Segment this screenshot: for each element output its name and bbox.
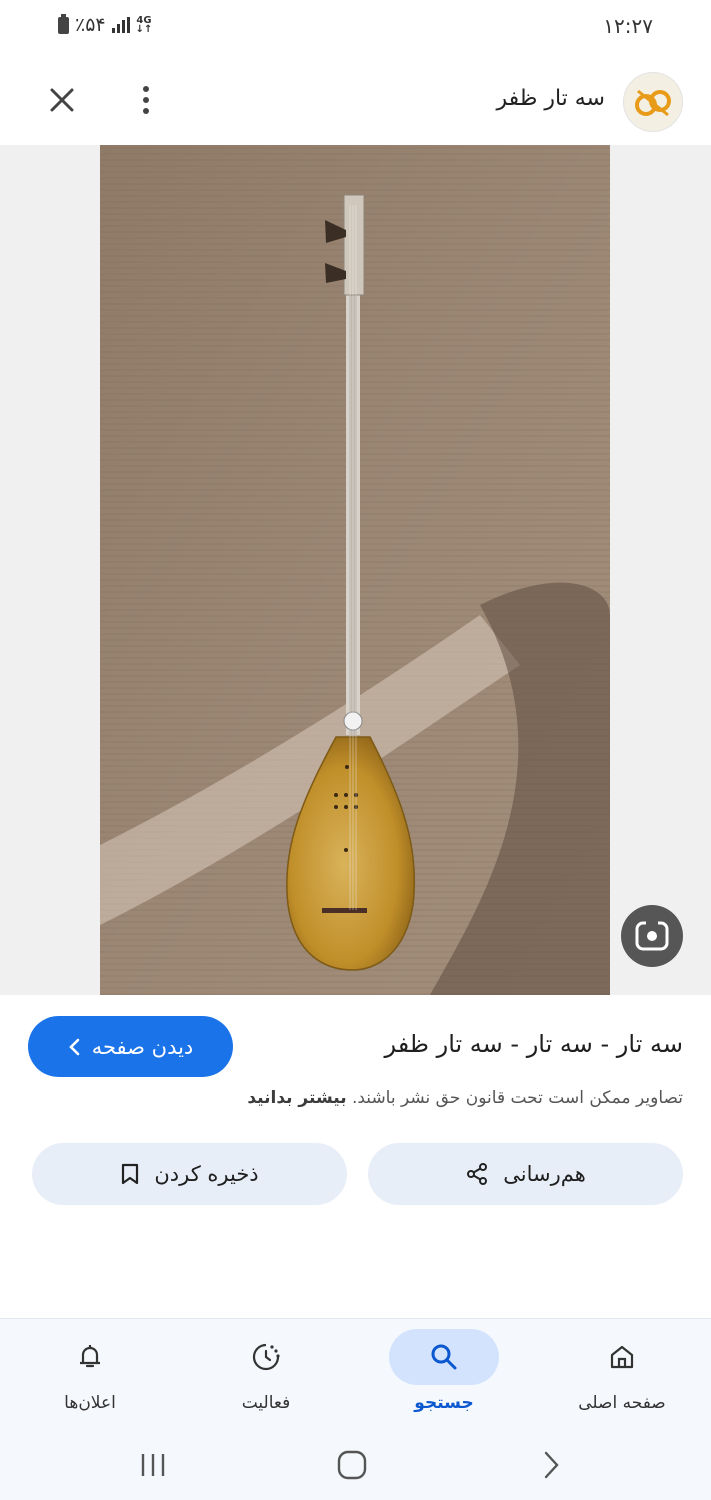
system-navigation [0, 1430, 711, 1500]
chevron-left-icon [68, 1038, 80, 1055]
result-title: سه تار - سه تار - سه تار ظفر [384, 1030, 683, 1058]
nav-label: فعالیت [241, 1393, 291, 1413]
top-bar: سه تار ظفر [0, 60, 711, 145]
share-icon [467, 1163, 488, 1185]
status-bar: ٪۵۴ 4G ↓↑ ۱۲:۲۷ [0, 0, 711, 60]
lens-icon [635, 920, 669, 951]
bottom-navigation: اعلان‌ها فعالیت جستجو صفحه اصلی [0, 1318, 711, 1431]
nav-item-home[interactable]: صفحه اصلی [552, 1319, 692, 1431]
more-vert-icon[interactable] [128, 82, 164, 118]
home-button-icon[interactable] [327, 1440, 377, 1490]
close-icon[interactable] [44, 82, 80, 118]
nav-item-activity[interactable]: فعالیت [196, 1319, 336, 1431]
signal-icon [111, 17, 130, 33]
back-icon[interactable] [526, 1440, 576, 1490]
nav-label: اعلان‌ها [64, 1393, 116, 1413]
nav-pill [35, 1329, 145, 1385]
image-viewer [0, 145, 711, 995]
nav-item-search[interactable]: جستجو [374, 1319, 514, 1431]
home-icon [610, 1345, 634, 1369]
battery-icon [58, 13, 69, 34]
save-button[interactable]: ذخیره کردن [32, 1143, 347, 1205]
site-logo[interactable] [623, 72, 683, 132]
bookmark-icon [122, 1163, 139, 1185]
copyright-notice: تصاویر ممکن است تحت قانون حق نشر باشند. … [247, 1088, 683, 1108]
nav-pill-active [389, 1329, 499, 1385]
bell-icon [80, 1345, 100, 1368]
status-indicators: ٪۵۴ 4G ↓↑ [58, 13, 153, 36]
network-type: 4G ↓↑ [135, 15, 153, 35]
search-icon [431, 1344, 457, 1370]
google-lens-button[interactable] [621, 905, 683, 967]
nav-label: صفحه اصلی [578, 1393, 666, 1413]
learn-more-link[interactable]: بیشتر بدانید [247, 1088, 346, 1108]
nav-item-notifications[interactable]: اعلان‌ها [20, 1319, 160, 1431]
save-label: ذخیره کردن [154, 1162, 259, 1186]
page-title: سه تار ظفر [496, 86, 605, 111]
recent-apps-icon[interactable] [128, 1440, 178, 1490]
visit-page-label: دیدن صفحه [91, 1034, 194, 1059]
battery-level: ٪۵۴ [75, 14, 106, 36]
visit-page-button[interactable]: دیدن صفحه [28, 1016, 233, 1077]
share-label: هم‌رسانی [503, 1162, 586, 1186]
copyright-text: تصاویر ممکن است تحت قانون حق نشر باشند. [351, 1088, 683, 1108]
site-logo-icon [635, 89, 671, 117]
nav-pill [211, 1329, 321, 1385]
activity-icon [252, 1343, 280, 1371]
nav-pill [567, 1329, 677, 1385]
status-time: ۱۲:۲۷ [603, 14, 653, 38]
nav-label: جستجو [414, 1393, 474, 1413]
share-button[interactable]: هم‌رسانی [368, 1143, 683, 1205]
setar-photo[interactable] [100, 145, 610, 995]
